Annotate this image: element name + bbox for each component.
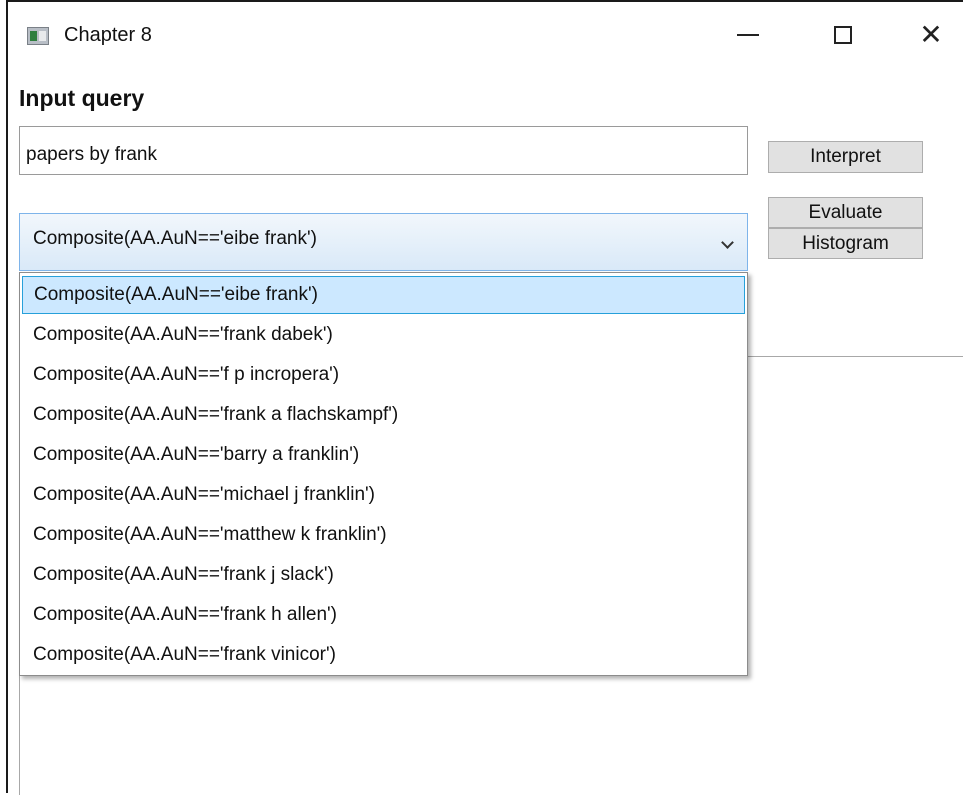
close-icon: ✕ bbox=[919, 19, 943, 50]
minimize-button[interactable] bbox=[718, 10, 778, 60]
query-input[interactable] bbox=[19, 126, 748, 175]
window-title: Chapter 8 bbox=[64, 24, 152, 46]
evaluate-button[interactable]: Evaluate bbox=[768, 197, 923, 228]
minimize-icon bbox=[737, 34, 759, 36]
dropdown-item[interactable]: Composite(AA.AuN=='matthew k franklin') bbox=[22, 516, 745, 554]
dropdown-item[interactable]: Composite(AA.AuN=='barry a franklin') bbox=[22, 436, 745, 474]
interpretation-dropdown-list: Composite(AA.AuN=='eibe frank') Composit… bbox=[19, 272, 748, 676]
dropdown-item[interactable]: Composite(AA.AuN=='f p incropera') bbox=[22, 356, 745, 394]
input-query-heading: Input query bbox=[19, 85, 145, 111]
histogram-button[interactable]: Histogram bbox=[768, 228, 923, 259]
chevron-down-icon[interactable] bbox=[721, 236, 734, 249]
combobox-selected-value: Composite(AA.AuN=='eibe frank') bbox=[33, 228, 317, 249]
maximize-icon bbox=[834, 26, 852, 44]
dropdown-item[interactable]: Composite(AA.AuN=='frank a flachskampf') bbox=[22, 396, 745, 434]
interpret-button[interactable]: Interpret bbox=[768, 141, 923, 173]
dropdown-item[interactable]: Composite(AA.AuN=='michael j franklin') bbox=[22, 476, 745, 514]
maximize-button[interactable] bbox=[813, 10, 873, 60]
app-window-icon bbox=[27, 27, 49, 45]
close-button[interactable]: ✕ bbox=[901, 10, 961, 60]
dropdown-item[interactable]: Composite(AA.AuN=='frank h allen') bbox=[22, 596, 745, 634]
dropdown-item[interactable]: Composite(AA.AuN=='frank vinicor') bbox=[22, 636, 745, 674]
dropdown-item[interactable]: Composite(AA.AuN=='eibe frank') bbox=[22, 276, 745, 314]
app-window: Chapter 8 ✕ Input query Interpret Evalua… bbox=[6, 0, 963, 795]
title-bar[interactable]: Chapter 8 ✕ bbox=[8, 2, 963, 68]
dropdown-item[interactable]: Composite(AA.AuN=='frank dabek') bbox=[22, 316, 745, 354]
interpretation-combobox[interactable]: Composite(AA.AuN=='eibe frank') bbox=[19, 213, 748, 271]
dropdown-item[interactable]: Composite(AA.AuN=='frank j slack') bbox=[22, 556, 745, 594]
